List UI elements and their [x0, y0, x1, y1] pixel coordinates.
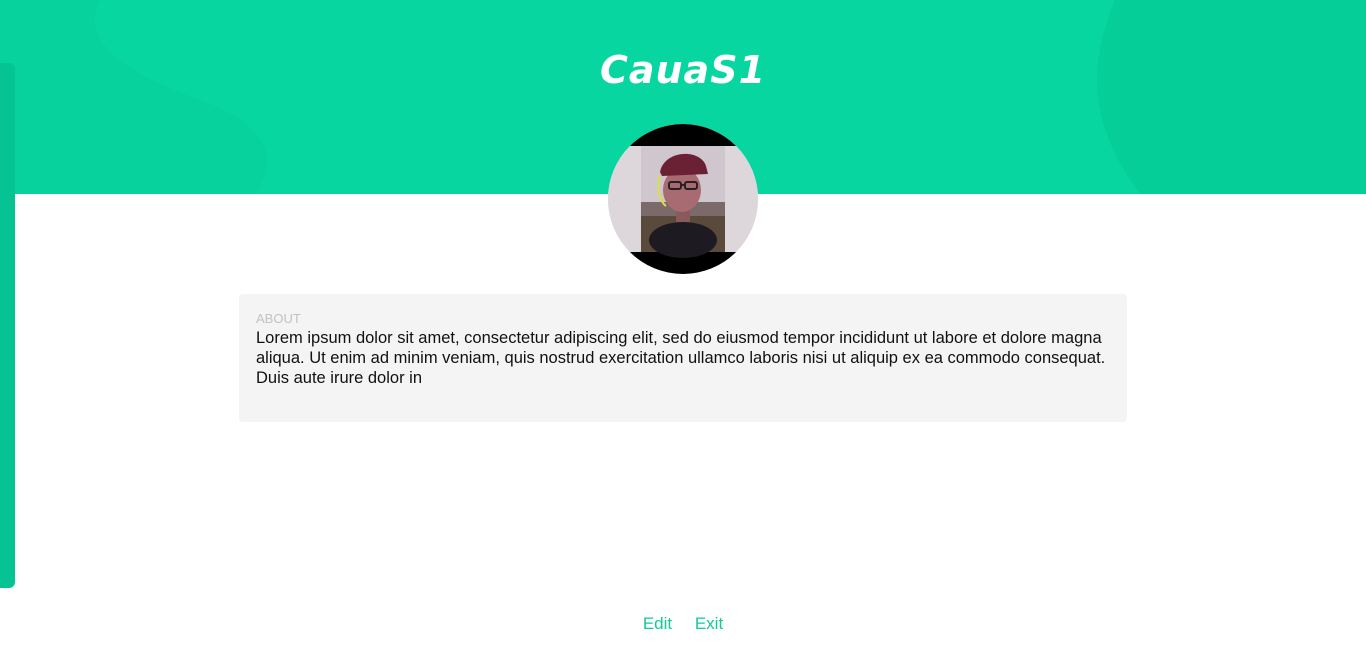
- avatar-photo: [608, 124, 758, 274]
- avatar: [608, 124, 758, 274]
- about-text: Lorem ipsum dolor sit amet, consectetur …: [256, 329, 1106, 387]
- side-panel-handle[interactable]: [0, 63, 15, 588]
- footer-actions: Edit Exit: [0, 613, 1366, 635]
- about-card: ABOUT Lorem ipsum dolor sit amet, consec…: [239, 294, 1127, 422]
- username-title: CauaS1: [599, 48, 767, 92]
- about-label: ABOUT: [256, 311, 301, 326]
- profile-page: CauaS1 ABOUT Lorem ipsum dolor sit amet,…: [0, 0, 1366, 653]
- exit-link[interactable]: Exit: [695, 614, 723, 633]
- edit-link[interactable]: Edit: [643, 614, 672, 633]
